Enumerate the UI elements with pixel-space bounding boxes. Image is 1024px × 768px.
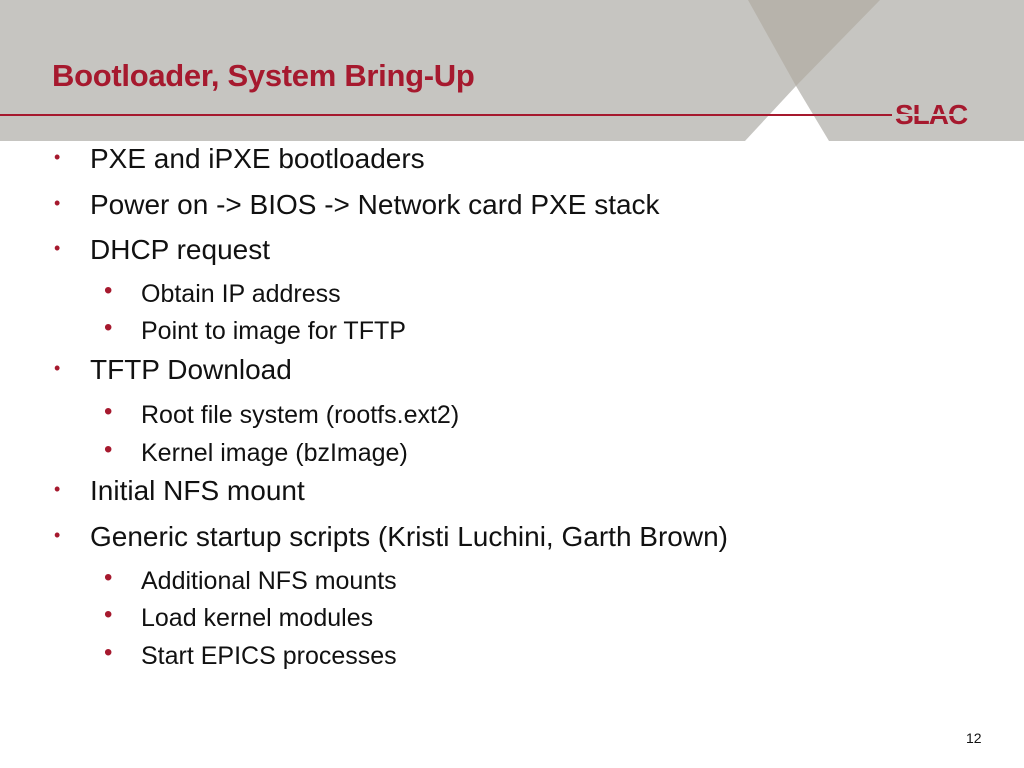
bullet-text: Additional NFS mounts [141, 567, 397, 595]
bullet-icon: • [104, 277, 113, 304]
bullet-item: • TFTP Download [54, 354, 292, 386]
header-rule [0, 114, 900, 116]
bullet-text: PXE and iPXE bootloaders [90, 143, 425, 174]
bullet-item: • DHCP request [54, 234, 271, 266]
sub-bullet-item: • Start EPICS processes [104, 639, 397, 671]
sub-bullet-item: • Additional NFS mounts [104, 564, 397, 596]
bullet-icon: • [54, 238, 61, 258]
logo-stripe [892, 114, 974, 116]
bullet-icon: • [104, 639, 113, 666]
sub-bullet-item: • Kernel image (bzImage) [104, 436, 408, 468]
slide-title: Bootloader, System Bring-Up [52, 58, 475, 93]
bullet-icon: • [54, 193, 61, 213]
bullet-icon: • [104, 436, 113, 463]
bullet-text: Root file system (rootfs.ext2) [141, 401, 460, 429]
bullet-text: Point to image for TFTP [141, 317, 406, 345]
page-number: 12 [966, 730, 982, 746]
bullet-text: DHCP request [90, 234, 271, 265]
bullet-icon: • [104, 564, 113, 591]
bullet-text: TFTP Download [90, 354, 292, 385]
bullet-icon: • [104, 398, 113, 425]
bullet-icon: • [54, 358, 61, 378]
sub-bullet-item: • Load kernel modules [104, 601, 374, 633]
sub-bullet-item: • Point to image for TFTP [104, 314, 406, 346]
bullet-item: • Power on -> BIOS -> Network card PXE s… [54, 189, 660, 221]
decor-triangle-dark [748, 0, 880, 86]
bullet-text: Load kernel modules [141, 604, 374, 632]
bullet-icon: • [54, 147, 61, 167]
bullet-item: • Initial NFS mount [54, 475, 305, 507]
bullet-text: Kernel image (bzImage) [141, 439, 408, 467]
slide-header: Bootloader, System Bring-Up SLAC [0, 0, 1024, 141]
bullet-icon: • [54, 479, 61, 499]
bullet-icon: • [54, 525, 61, 545]
bullet-text: Power on -> BIOS -> Network card PXE sta… [90, 189, 660, 220]
bullet-text: Initial NFS mount [90, 475, 305, 506]
sub-bullet-item: • Obtain IP address [104, 277, 341, 309]
bullet-icon: • [104, 601, 113, 628]
bullet-text: Start EPICS processes [141, 642, 397, 670]
bullet-item: • PXE and iPXE bootloaders [54, 143, 425, 175]
bullet-text: Generic startup scripts (Kristi Luchini,… [90, 521, 728, 552]
bullet-text: Obtain IP address [141, 280, 341, 308]
bullet-icon: • [104, 314, 113, 341]
bullet-item: • Generic startup scripts (Kristi Luchin… [54, 521, 728, 553]
sub-bullet-item: • Root file system (rootfs.ext2) [104, 398, 460, 430]
